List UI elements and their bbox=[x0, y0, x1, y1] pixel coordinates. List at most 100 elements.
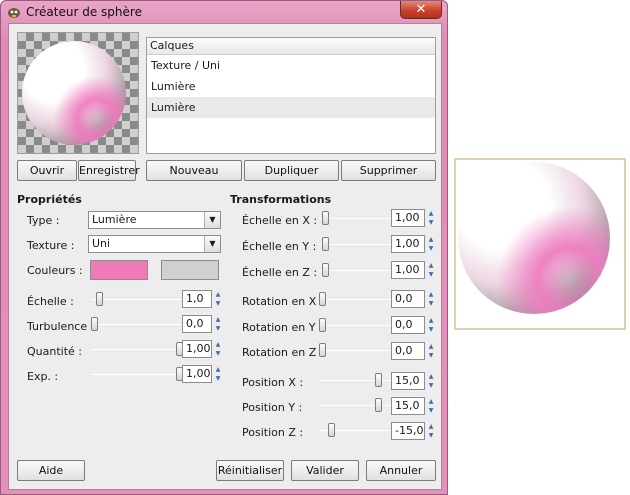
position-y-input[interactable]: 15,0 bbox=[391, 397, 425, 415]
layer-item[interactable]: Lumière bbox=[147, 76, 435, 97]
spin-up-icon[interactable]: ▲ bbox=[426, 372, 436, 381]
spin-up-icon[interactable]: ▲ bbox=[213, 290, 223, 299]
position-x-slider-thumb[interactable] bbox=[374, 373, 382, 387]
rotation-y-slider[interactable] bbox=[319, 325, 391, 326]
spin-down-icon[interactable]: ▼ bbox=[426, 351, 436, 360]
spin-up-icon[interactable]: ▲ bbox=[426, 316, 436, 325]
spin-up-icon[interactable]: ▲ bbox=[426, 397, 436, 406]
spin-down-icon[interactable]: ▼ bbox=[426, 299, 436, 308]
spin-up-icon[interactable]: ▲ bbox=[213, 340, 223, 349]
spin-down-icon[interactable]: ▼ bbox=[213, 349, 223, 358]
spin-up-icon[interactable]: ▲ bbox=[426, 261, 436, 270]
close-button[interactable]: ✕ bbox=[400, 1, 442, 19]
scale-spinner[interactable]: ▲ ▼ bbox=[213, 290, 223, 308]
layer-item[interactable]: Texture / Uni bbox=[147, 55, 435, 76]
position-x-spinner[interactable]: ▲ ▼ bbox=[426, 372, 436, 390]
turbulence-slider-thumb[interactable] bbox=[91, 317, 98, 331]
position-y-spinner[interactable]: ▲ ▼ bbox=[426, 397, 436, 415]
spin-down-icon[interactable]: ▼ bbox=[426, 406, 436, 415]
cancel-button[interactable]: Annuler bbox=[366, 460, 436, 481]
scale-z-slider[interactable] bbox=[319, 270, 391, 271]
reset-button[interactable]: Réinitialiser bbox=[216, 460, 284, 481]
spin-down-icon[interactable]: ▼ bbox=[213, 324, 223, 333]
spin-up-icon[interactable]: ▲ bbox=[426, 422, 436, 431]
spin-up-icon[interactable]: ▲ bbox=[426, 209, 436, 218]
texture-select-value: Uni bbox=[92, 237, 111, 250]
save-button[interactable]: Enregistrer bbox=[78, 160, 140, 181]
position-x-input[interactable]: 15,0 bbox=[391, 372, 425, 390]
spin-down-icon[interactable]: ▼ bbox=[426, 381, 436, 390]
scale-x-input[interactable]: 1,00 bbox=[391, 209, 425, 227]
scale-slider[interactable] bbox=[91, 299, 183, 300]
turbulence-spinner[interactable]: ▲ ▼ bbox=[213, 315, 223, 333]
rotation-z-spinner[interactable]: ▲ ▼ bbox=[426, 342, 436, 360]
duplicate-layer-button[interactable]: Dupliquer bbox=[244, 160, 339, 181]
position-z-slider-thumb[interactable] bbox=[328, 423, 336, 437]
scale-z-slider-thumb[interactable] bbox=[322, 263, 330, 277]
chevron-down-icon[interactable]: ▼ bbox=[204, 212, 220, 228]
spin-down-icon[interactable]: ▼ bbox=[213, 299, 223, 308]
scale-x-slider[interactable] bbox=[319, 218, 391, 219]
amount-input[interactable]: 1,00 bbox=[182, 340, 212, 358]
scale-y-slider[interactable] bbox=[319, 244, 391, 245]
spin-up-icon[interactable]: ▲ bbox=[426, 290, 436, 299]
color-1-button[interactable] bbox=[90, 260, 148, 280]
position-y-slider-thumb[interactable] bbox=[374, 398, 382, 412]
rotation-x-spinner[interactable]: ▲ ▼ bbox=[426, 290, 436, 308]
spin-down-icon[interactable]: ▼ bbox=[426, 431, 436, 440]
open-button[interactable]: Ouvrir bbox=[17, 160, 77, 181]
gimp-icon bbox=[8, 8, 20, 18]
spin-up-icon[interactable]: ▲ bbox=[426, 235, 436, 244]
position-z-input[interactable]: -15,0 bbox=[391, 422, 425, 440]
title-bar[interactable]: Créateur de sphère ✕ bbox=[1, 1, 447, 23]
colors-label: Couleurs : bbox=[27, 264, 83, 277]
scale-y-spinner[interactable]: ▲ ▼ bbox=[426, 235, 436, 253]
spin-down-icon[interactable]: ▼ bbox=[426, 244, 436, 253]
type-select[interactable]: Lumière ▼ bbox=[88, 211, 221, 229]
layers-list[interactable]: Calques Texture / Uni Lumière Lumière bbox=[146, 37, 436, 154]
scale-y-slider-thumb[interactable] bbox=[322, 237, 330, 251]
rotation-x-slider[interactable] bbox=[319, 299, 391, 300]
dialog-client-area: Calques Texture / Uni Lumière Lumière Ou… bbox=[8, 23, 442, 490]
help-button[interactable]: Aide bbox=[17, 460, 85, 481]
new-layer-button[interactable]: Nouveau bbox=[146, 160, 242, 181]
rotation-z-input[interactable]: 0,0 bbox=[391, 342, 425, 360]
exp-spinner[interactable]: ▲ ▼ bbox=[213, 365, 223, 383]
position-z-label: Position Z : bbox=[242, 426, 304, 439]
rotation-x-input[interactable]: 0,0 bbox=[391, 290, 425, 308]
scale-slider-thumb[interactable] bbox=[96, 292, 104, 306]
exp-slider[interactable] bbox=[91, 374, 183, 375]
layer-item-selected[interactable]: Lumière bbox=[147, 97, 435, 118]
amount-slider[interactable] bbox=[91, 349, 183, 350]
rotation-z-slider-thumb[interactable] bbox=[319, 343, 326, 357]
scale-z-spinner[interactable]: ▲ ▼ bbox=[426, 261, 436, 279]
scale-x-slider-thumb[interactable] bbox=[322, 211, 330, 225]
exp-input[interactable]: 1,00 bbox=[182, 365, 212, 383]
scale-input[interactable]: 1,0 bbox=[182, 290, 212, 308]
turbulence-slider[interactable] bbox=[91, 324, 183, 325]
turbulence-input[interactable]: 0,0 bbox=[182, 315, 212, 333]
scale-y-input[interactable]: 1,00 bbox=[391, 235, 425, 253]
spin-down-icon[interactable]: ▼ bbox=[426, 218, 436, 227]
scale-x-spinner[interactable]: ▲ ▼ bbox=[426, 209, 436, 227]
rotation-x-slider-thumb[interactable] bbox=[319, 292, 326, 306]
delete-layer-button[interactable]: Supprimer bbox=[341, 160, 436, 181]
scale-z-input[interactable]: 1,00 bbox=[391, 261, 425, 279]
spin-down-icon[interactable]: ▼ bbox=[426, 270, 436, 279]
amount-spinner[interactable]: ▲ ▼ bbox=[213, 340, 223, 358]
rendered-sphere-image bbox=[454, 158, 626, 330]
spin-down-icon[interactable]: ▼ bbox=[426, 325, 436, 334]
rotation-y-slider-thumb[interactable] bbox=[319, 318, 326, 332]
rotation-y-input[interactable]: 0,0 bbox=[391, 316, 425, 334]
spin-down-icon[interactable]: ▼ bbox=[213, 374, 223, 383]
texture-select[interactable]: Uni ▼ bbox=[88, 235, 221, 253]
spin-up-icon[interactable]: ▲ bbox=[213, 315, 223, 324]
chevron-down-icon[interactable]: ▼ bbox=[204, 236, 220, 252]
ok-button[interactable]: Valider bbox=[291, 460, 359, 481]
spin-up-icon[interactable]: ▲ bbox=[426, 342, 436, 351]
rotation-y-spinner[interactable]: ▲ ▼ bbox=[426, 316, 436, 334]
rotation-z-slider[interactable] bbox=[319, 350, 391, 351]
position-z-spinner[interactable]: ▲ ▼ bbox=[426, 422, 436, 440]
spin-up-icon[interactable]: ▲ bbox=[213, 365, 223, 374]
color-2-button[interactable] bbox=[161, 260, 219, 280]
